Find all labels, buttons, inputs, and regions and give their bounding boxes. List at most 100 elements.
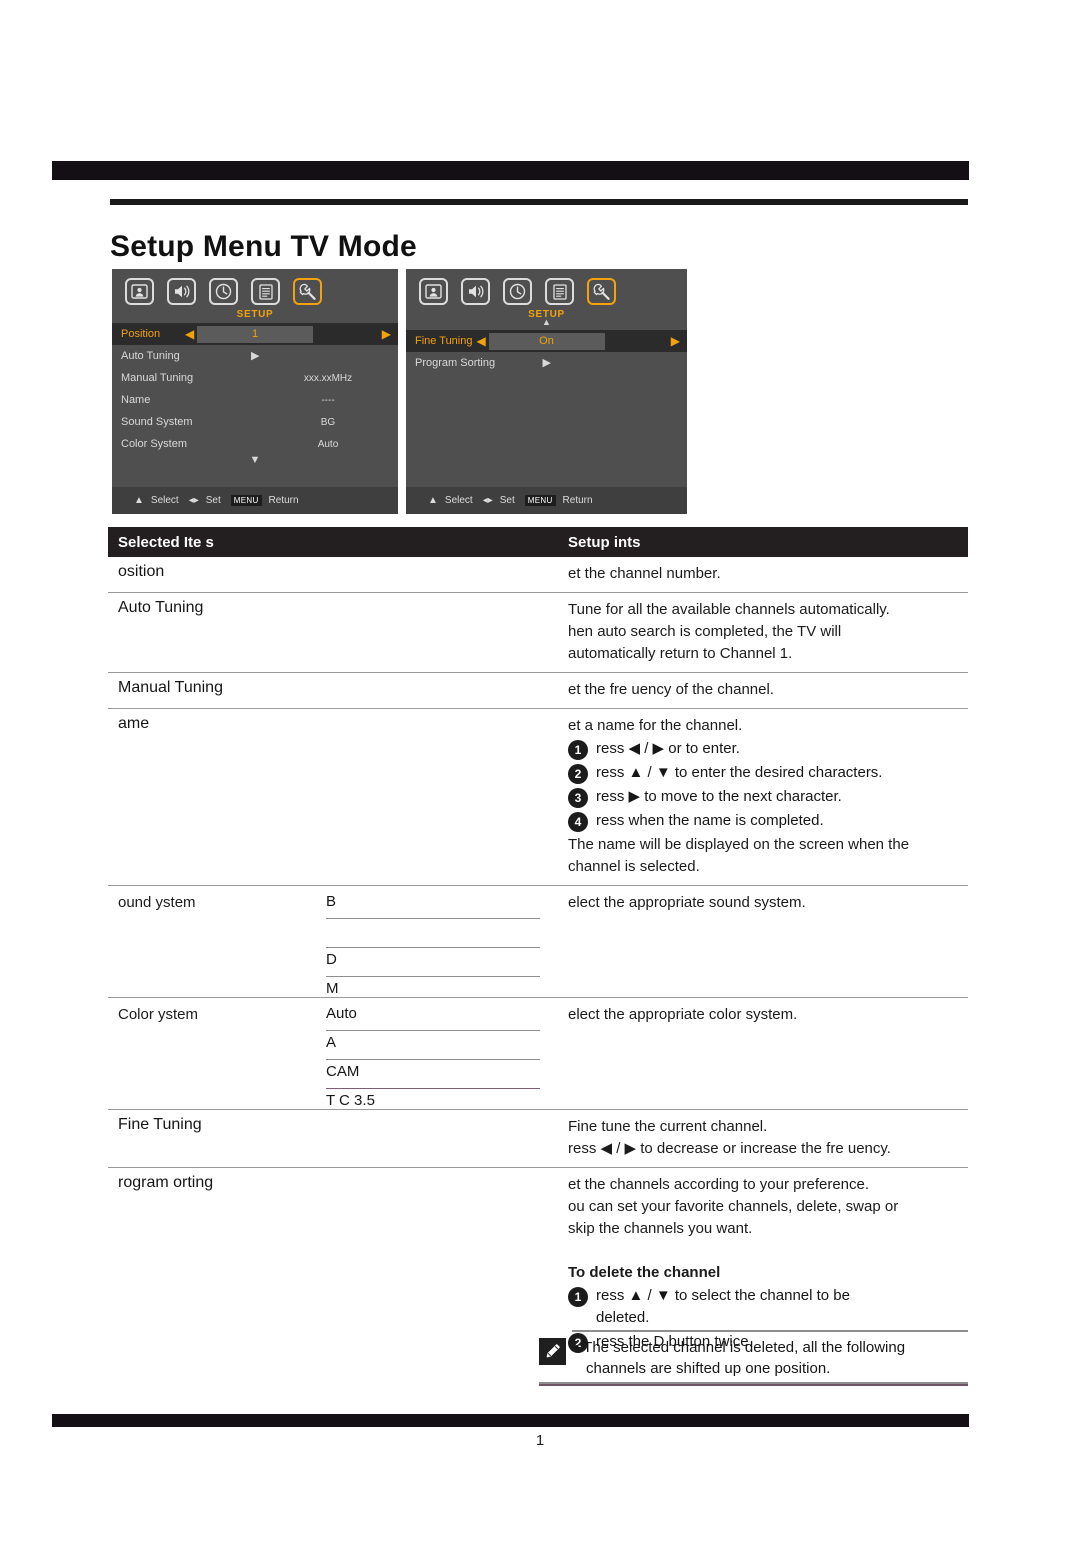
table-row: Manual Tuning et the fre uency of the ch…: [108, 673, 968, 709]
note-bullet: •: [574, 1339, 580, 1356]
osd-row-manual-tuning[interactable]: Manual Tuning xxx.xxMHz: [112, 367, 398, 389]
table-cell-points: elect the appropriate sound system.: [568, 886, 968, 997]
setup-wrench-icon[interactable]: [587, 278, 616, 305]
left-arrow-icon[interactable]: ◀: [185, 328, 194, 340]
picture-icon[interactable]: [419, 278, 448, 305]
footer-return-label: Return: [562, 495, 593, 506]
footer-select-group: ▲ Select: [134, 495, 179, 506]
step-item: 1 ress ◀ / ▶ or to enter.: [568, 738, 962, 760]
footer-return-group: MENU Return: [230, 495, 299, 506]
right-arrow-icon[interactable]: ▶: [382, 328, 391, 340]
note-body: • The selected channel is deleted, all t…: [539, 1332, 968, 1379]
points-line: channel is selected.: [568, 858, 700, 875]
table-row: Color ystem Auto A CAM T C 3.5 elect the…: [108, 998, 968, 1110]
points-line: The name will be displayed on the screen…: [568, 836, 910, 853]
step-text: ress ▲ / ▼ to select the channel to be d…: [596, 1285, 850, 1329]
points-line: et the channels according to your prefer…: [568, 1176, 870, 1193]
feature-list-icon[interactable]: [251, 278, 280, 305]
points-line: Fine tune the current channel.: [568, 1118, 768, 1135]
leftright-arrow-icon: ◂▸: [482, 495, 493, 506]
footer-select-label: Select: [444, 495, 473, 506]
osd-rows-2: Fine Tuning ◀ On ▶ Program Sorting ▶: [406, 330, 687, 374]
osd-row-label: Program Sorting: [415, 357, 496, 369]
submenu-arrow-icon: ▶: [542, 356, 551, 369]
osd-row-label: Sound System: [121, 416, 193, 428]
table-cell-item: Manual Tuning: [118, 679, 223, 696]
osd-row-value: Auto: [317, 438, 339, 450]
item-label: ound ystem: [118, 894, 196, 911]
clock-icon[interactable]: [503, 278, 532, 305]
points-line: Tune for all the available channels auto…: [568, 601, 890, 618]
setup-items-table: Selected Ite s Setup ints osition et the…: [108, 527, 968, 1362]
page-title: Setup Menu TV Mode: [110, 230, 417, 264]
osd-row-sound-system[interactable]: Sound System BG: [112, 411, 398, 433]
step-text: ress ▲ / ▼ to enter the desired characte…: [596, 764, 883, 781]
points-line: ou can set your favorite channels, delet…: [568, 1198, 899, 1215]
step-item: 2 ress ▲ / ▼ to enter the desired charac…: [568, 762, 962, 784]
osd-panel-setup-page1: SETUP Position ◀ 1 ▶ Auto Tuning ▶ Manua…: [112, 269, 398, 514]
points-line: elect the appropriate sound system.: [568, 894, 806, 911]
updown-arrow-icon: ▲: [428, 495, 438, 506]
osd-footer-2: ▲ Select ◂▸ Set MENU Return: [406, 487, 687, 514]
leftright-arrow-icon: ◂▸: [188, 495, 199, 506]
note-line-2: channels are shifted up one position.: [586, 1360, 831, 1377]
page-number: 1: [535, 1432, 545, 1449]
osd-row-value: BG: [320, 416, 336, 428]
table-cell-points: et a name for the channel. 1 ress ◀ / ▶ …: [568, 709, 968, 885]
osd-row-value: 1: [197, 325, 313, 343]
osd-row-fine-tuning[interactable]: Fine Tuning ◀ On ▶: [406, 330, 687, 352]
step-text: ress ◀ / ▶ or to enter.: [596, 740, 740, 757]
page-bottom-rule: [52, 1414, 969, 1427]
table-cell-item: rogram orting: [118, 1174, 214, 1191]
updown-arrow-icon: ▲: [134, 495, 144, 506]
osd-row-position[interactable]: Position ◀ 1 ▶: [112, 323, 398, 345]
sound-icon[interactable]: [167, 278, 196, 305]
table-row: Auto Tuning Tune for all the available c…: [108, 593, 968, 673]
osd-row-label: Color System: [121, 438, 188, 450]
left-arrow-icon[interactable]: ◀: [477, 335, 486, 347]
table-cell-item: Auto Tuning: [118, 599, 204, 616]
step-item: 4 ress when the name is completed.: [568, 810, 962, 832]
table-cell-item: Fine Tuning: [118, 1116, 202, 1133]
table-header-setup-points: Setup ints: [568, 533, 641, 551]
picture-icon[interactable]: [125, 278, 154, 305]
submenu-arrow-icon: ▶: [251, 349, 260, 362]
option-item: Auto: [326, 1002, 540, 1031]
item-label: Color ystem: [118, 1006, 199, 1023]
osd-row-name[interactable]: Name ----: [112, 389, 398, 411]
option-item: B: [326, 890, 540, 919]
option-list-sound-system: B D M: [326, 890, 540, 1006]
points-line: et the channel number.: [568, 565, 721, 582]
step-text: ress when the name is completed.: [596, 812, 824, 829]
right-arrow-icon[interactable]: ▶: [671, 335, 680, 347]
footer-select-label: Select: [150, 495, 179, 506]
step-item: 1 ress ▲ / ▼ to select the channel to be…: [568, 1285, 962, 1329]
note-bottom-rule-2: [539, 1384, 968, 1386]
osd-row-color-system[interactable]: Color System Auto: [112, 433, 398, 455]
step-number-badge: 4: [568, 812, 588, 832]
points-subheading: To delete the channel: [568, 1264, 721, 1281]
table-row: ound ystem B D M elect the appropriate s…: [108, 886, 968, 998]
step-text-line2: deleted.: [596, 1309, 650, 1326]
table-header-selected-items: Selected Ite s: [118, 533, 214, 551]
osd-row-auto-tuning[interactable]: Auto Tuning ▶: [112, 345, 398, 367]
menu-button-badge: MENU: [230, 495, 262, 506]
osd-footer-1: ▲ Select ◂▸ Set MENU Return: [112, 487, 398, 514]
step-number-badge: 1: [568, 740, 588, 760]
step-text-line1: ress ▲ / ▼ to select the channel to be: [596, 1287, 850, 1304]
osd-icon-row: [112, 269, 398, 305]
osd-row-value: On: [488, 332, 605, 350]
table-cell-item: osition: [118, 563, 165, 580]
feature-list-icon[interactable]: [545, 278, 574, 305]
points-line: automatically return to Channel 1.: [568, 645, 793, 662]
table-cell-item: Color ystem Auto A CAM T C 3.5: [108, 998, 568, 1109]
sound-icon[interactable]: [461, 278, 490, 305]
osd-panel-setup-page2: SETUP ▲ Fine Tuning ◀ On ▶ Program Sorti…: [406, 269, 687, 514]
menu-button-badge: MENU: [524, 495, 556, 506]
title-underline-rule: [110, 199, 968, 205]
osd-row-program-sorting[interactable]: Program Sorting ▶: [406, 352, 687, 374]
option-list-color-system: Auto A CAM T C 3.5: [326, 1002, 540, 1118]
step-number-badge: 1: [568, 1287, 588, 1307]
clock-icon[interactable]: [209, 278, 238, 305]
setup-wrench-icon[interactable]: [293, 278, 322, 305]
